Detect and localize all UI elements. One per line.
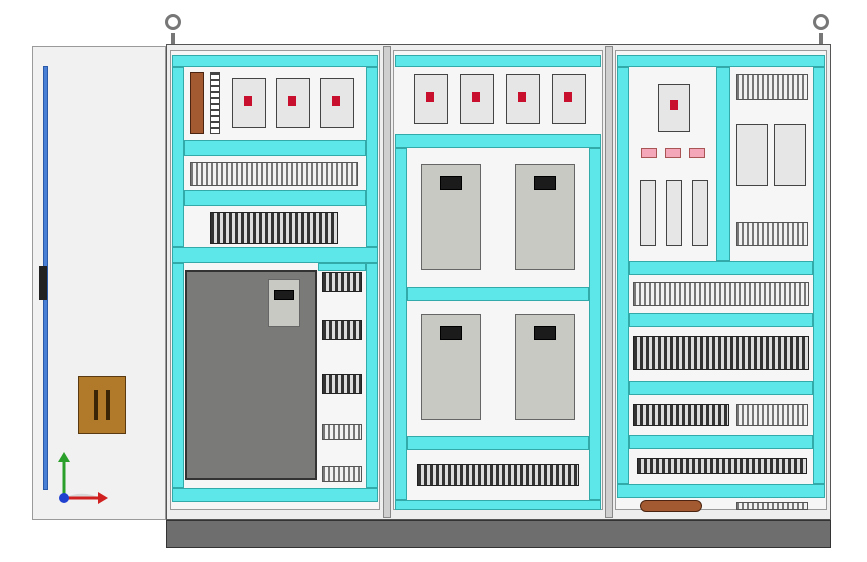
din-rail-s3-top [617,55,825,67]
terminal-strip-vertical [210,72,220,134]
section-divider-1 [383,46,391,518]
cabinet-plinth [166,520,831,548]
din-rail-s2-top [395,55,601,67]
terminal-strip-bottom [736,502,808,510]
lifting-eye-icon-left [165,14,181,30]
breaker-toggle-7[interactable] [564,92,572,102]
ground-busbar [640,500,702,512]
terminal-group-s1-4 [322,424,362,440]
inverter-2-display [534,176,556,190]
wire-duct-s3-h4 [629,435,813,449]
terminal-block-s3-top [736,74,808,100]
large-inverter-display [274,290,294,300]
relay-row-s1 [210,212,338,244]
wire-duct-s1-left [172,67,184,247]
terminal-row-s3-3 [736,404,808,426]
terminal-group-s1-1 [322,272,362,292]
indicator-3 [689,148,705,158]
wire-duct-s1-right-lower [366,263,378,488]
inverter-1-display [440,176,462,190]
wire-duct-s1-h2 [184,190,366,206]
terminal-group-s1-5 [322,466,362,482]
power-supply-2 [774,124,806,186]
wire-duct-s1-drive-top [318,263,366,271]
power-supply-1 [736,124,768,186]
wire-duct-s3-right [813,67,825,484]
fuse-holder-2[interactable] [666,180,682,246]
terminal-row-s3-4 [637,458,807,474]
wire-duct-s1-h3 [172,247,378,263]
relay-row-s3 [633,336,809,370]
breaker-toggle-4[interactable] [426,92,434,102]
breaker-toggle-6[interactable] [518,92,526,102]
document-pocket [78,376,126,434]
breaker-toggle-3[interactable] [332,96,340,106]
indicator-1 [641,148,657,158]
terminal-row-s3-1 [633,282,809,306]
wire-duct-s3-h3 [629,381,813,395]
wire-duct-s3-bottom [617,484,825,498]
axis-triad-icon [58,452,108,504]
terminal-block-s2 [417,464,579,486]
large-inverter-keypad[interactable] [268,279,300,327]
terminal-group-s1-3 [322,374,362,394]
pocket-slot-right [106,390,110,420]
wire-duct-s2-h2 [407,287,589,301]
busbar [190,72,204,134]
lifting-eye-icon-right [813,14,829,30]
wire-duct-s1-h1 [184,140,366,156]
door-handle-icon[interactable] [39,266,47,300]
terminal-row-s3-2 [633,404,729,426]
terminal-group-s1-2 [322,320,362,340]
breaker-toggle-8[interactable] [670,100,678,110]
wire-duct-s3-mid [716,67,730,261]
fuse-holder-3[interactable] [692,180,708,246]
wire-duct-s3-h1 [629,261,813,275]
inverter-3-display [440,326,462,340]
wire-duct-s2-h1 [395,134,601,148]
breaker-toggle-1[interactable] [244,96,252,106]
wire-duct-s1-right [366,67,378,247]
section-divider-2 [605,46,613,518]
breaker-toggle-5[interactable] [472,92,480,102]
indicator-2 [665,148,681,158]
wire-duct-s1-left-lower [172,263,184,488]
wire-duct-s2-right [589,148,601,500]
din-rail-s1-top [172,55,378,67]
wire-duct-s3-left [617,67,629,484]
wire-duct-s2-left [395,148,407,500]
pocket-slot-left [94,390,98,420]
terminal-block-s3-mid [736,222,808,246]
wire-duct-s2-bottom [395,500,601,510]
wire-duct-s1-bottom [172,488,378,502]
wire-duct-s2-h3 [407,436,589,450]
inverter-4-display [534,326,556,340]
breaker-toggle-2[interactable] [288,96,296,106]
fuse-holder-1[interactable] [640,180,656,246]
terminal-block-s1-row1 [190,162,358,186]
wire-duct-s3-h2 [629,313,813,327]
